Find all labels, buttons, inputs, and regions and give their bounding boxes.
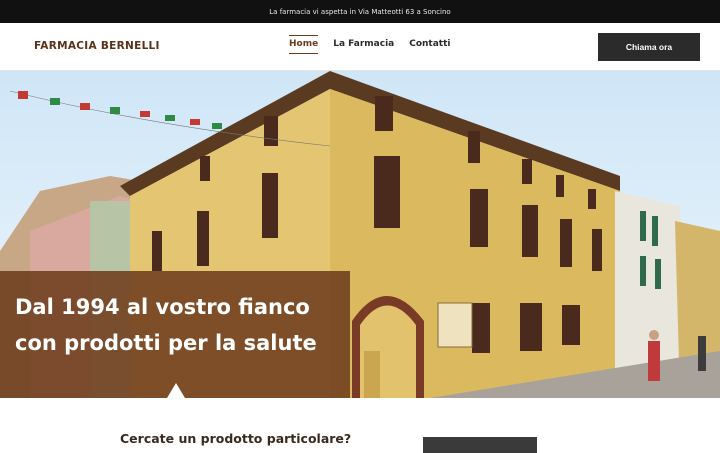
search-section-title: Cercate un prodotto particolare? [120,431,352,446]
hero-section: Dal 1994 al vostro fianco con prodotti p… [0,71,720,398]
site-header: FARMACIA BERNELLI Home La Farmacia Conta… [0,23,720,71]
nav-item-home[interactable]: Home [289,35,319,54]
nav-item-contatti[interactable]: Contatti [409,39,450,54]
call-now-button[interactable]: Chiama ora [598,33,700,61]
product-search-section: Cercate un prodotto particolare? [0,398,720,453]
site-logo[interactable]: FARMACIA BERNELLI [34,40,160,52]
search-action-button[interactable] [423,437,537,453]
nav-item-la-farmacia[interactable]: La Farmacia [333,39,394,54]
main-nav: Home La Farmacia Contatti [289,35,451,54]
announcement-bar: La farmacia vi aspetta in Via Matteotti … [0,0,720,23]
scroll-down-arrow-icon [167,383,185,398]
hero-caption-panel: Dal 1994 al vostro fianco con prodotti p… [0,271,350,398]
announcement-text: La farmacia vi aspetta in Via Matteotti … [269,7,451,16]
hero-title: Dal 1994 al vostro fianco con prodotti p… [15,295,317,355]
